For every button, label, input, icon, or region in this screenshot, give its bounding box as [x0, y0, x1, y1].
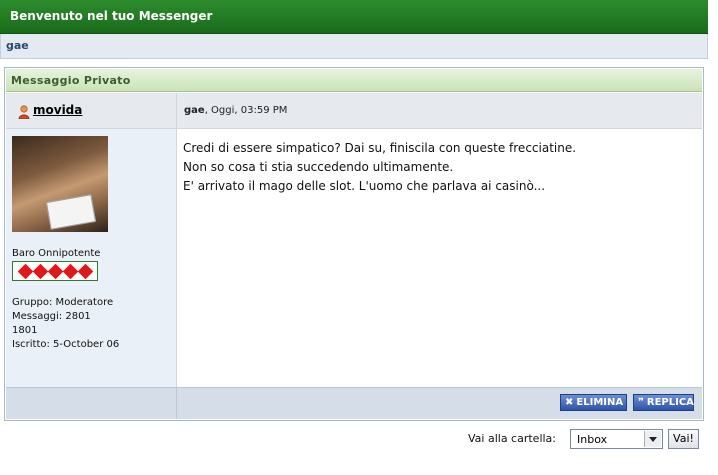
rank-pip-icon	[47, 263, 63, 279]
avatar	[12, 136, 108, 232]
column-divider	[176, 388, 177, 419]
message-body: Credi di essere simpatico? Dai su, finis…	[183, 139, 576, 196]
go-button[interactable]: Vai!	[668, 429, 699, 449]
author-posts: Messaggi: 2801	[12, 311, 91, 322]
folder-label: Vai alla cartella:	[468, 432, 557, 445]
window-header: Benvenuto nel tuo Messenger	[0, 0, 708, 34]
author-row: movida gae, Oggi, 03:59 PM	[6, 93, 702, 129]
rank-pip-icon	[62, 263, 78, 279]
quote-icon: ❞	[638, 397, 644, 408]
user-bar: gae	[0, 34, 708, 59]
author-name-link[interactable]: movida	[33, 103, 82, 117]
rank-pip-icon	[77, 263, 93, 279]
message-line: Non so cosa ti stia succedendo ultimamen…	[183, 160, 454, 174]
current-username: gae	[6, 39, 29, 52]
panel-header: Messaggio Privato	[6, 69, 702, 92]
message-line: E' arrivato il mago delle slot. L'uomo c…	[183, 179, 546, 193]
delete-button[interactable]: ✖ ELIMINA	[560, 394, 627, 411]
author-rank: Baro Onnipotente	[12, 248, 101, 259]
author-joined: Iscritto: 5-October 06	[12, 339, 120, 350]
delete-x-icon: ✖	[565, 397, 574, 408]
delete-label: ELIMINA	[576, 397, 624, 408]
message-panel: Messaggio Privato movida gae, Oggi, 03:5…	[4, 67, 704, 421]
post-info: gae, Oggi, 03:59 PM	[184, 105, 287, 116]
rank-pip-icon	[17, 263, 33, 279]
author-points: 1801	[12, 325, 38, 336]
author-details: Baro Onnipotente Gruppo: Moderatore Mess…	[6, 129, 177, 387]
post-date: , Oggi, 03:59 PM	[204, 105, 288, 116]
post-sender: gae	[184, 105, 205, 116]
folder-select-value: Inbox	[577, 433, 608, 446]
rank-pip-icon	[32, 263, 48, 279]
folder-bar: Vai alla cartella: Inbox Vai!	[0, 428, 718, 452]
rank-pips	[12, 261, 98, 281]
playing-cards-image	[45, 194, 97, 230]
chevron-down-icon[interactable]	[644, 431, 661, 447]
user-icon	[18, 105, 30, 119]
author-cell: movida	[6, 93, 177, 128]
action-row: ✖ ELIMINA ❞ REPLICA	[6, 387, 702, 419]
reply-label: REPLICA	[646, 397, 694, 408]
folder-select[interactable]: Inbox	[570, 429, 663, 449]
author-group: Gruppo: Moderatore	[12, 297, 114, 308]
author-stats: Gruppo: Moderatore Messaggi: 2801 1801 I…	[12, 296, 119, 352]
panel-title: Messaggio Privato	[11, 74, 131, 87]
message-line: Credi di essere simpatico? Dai su, finis…	[183, 141, 577, 155]
window-title: Benvenuto nel tuo Messenger	[10, 9, 213, 23]
reply-button[interactable]: ❞ REPLICA	[633, 394, 694, 411]
